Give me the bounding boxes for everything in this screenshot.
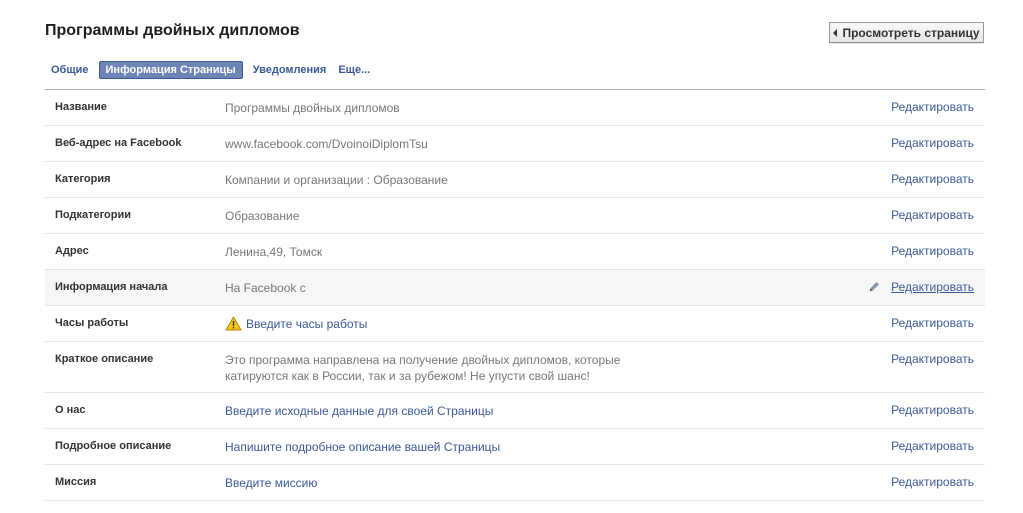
row-label: Веб-адрес на Facebook bbox=[55, 137, 182, 149]
view-page-button[interactable]: Просмотреть страницу bbox=[829, 22, 984, 43]
row-about: О нас Введите исходные данные для своей … bbox=[45, 393, 985, 429]
row-start-info: Информация начала На Facebook с Редактир… bbox=[45, 270, 985, 306]
row-value: Компании и организации : Образование bbox=[225, 173, 448, 187]
page-settings: Программы двойных дипломов Просмотреть с… bbox=[0, 0, 1023, 513]
enter-long-description-link[interactable]: Напишите подробное описание вашей Страни… bbox=[225, 439, 655, 455]
row-label: О нас bbox=[55, 404, 86, 416]
enter-hours-text: Введите часы работы bbox=[246, 317, 368, 331]
row-category: Категория Компании и организации : Образ… bbox=[45, 162, 985, 198]
tab-page-info[interactable]: Информация Страницы bbox=[98, 61, 243, 79]
edit-category-link[interactable]: Редактировать bbox=[891, 172, 974, 186]
row-hours: Часы работы Введите часы работы Редактир… bbox=[45, 306, 985, 342]
enter-mission-link[interactable]: Введите миссию bbox=[225, 475, 655, 491]
edit-hours-link[interactable]: Редактировать bbox=[891, 316, 974, 330]
row-label: Адрес bbox=[55, 245, 89, 257]
pencil-icon bbox=[869, 282, 879, 292]
page-title: Программы двойных дипломов bbox=[45, 22, 300, 39]
tab-bar: Общие Информация Страницы Уведомления Ещ… bbox=[45, 61, 376, 79]
row-value: Образование bbox=[225, 209, 300, 223]
row-label: Подробное описание bbox=[55, 440, 172, 452]
row-facebook-url: Веб-адрес на Facebook www.facebook.com/D… bbox=[45, 126, 985, 162]
edit-long-description-link[interactable]: Редактировать bbox=[891, 439, 974, 453]
row-address: Адрес Ленина,49, Томск Редактировать bbox=[45, 234, 985, 270]
row-label: Подкатегории bbox=[55, 209, 131, 221]
edit-about-link[interactable]: Редактировать bbox=[891, 403, 974, 417]
row-label: Миссия bbox=[55, 476, 97, 488]
tab-more[interactable]: Еще... bbox=[332, 61, 376, 79]
edit-name-link[interactable]: Редактировать bbox=[891, 100, 974, 114]
row-label: Название bbox=[55, 101, 107, 113]
row-value: На Facebook с bbox=[225, 281, 306, 295]
tab-general[interactable]: Общие bbox=[45, 61, 95, 79]
edit-subcategories-link[interactable]: Редактировать bbox=[891, 208, 974, 222]
row-label: Информация начала bbox=[55, 281, 168, 293]
row-label: Часы работы bbox=[55, 317, 129, 329]
arrow-left-icon bbox=[833, 28, 838, 37]
view-page-label: Просмотреть страницу bbox=[842, 25, 980, 40]
row-label: Категория bbox=[55, 173, 111, 185]
row-value: Программы двойных дипломов bbox=[225, 101, 400, 115]
edit-address-link[interactable]: Редактировать bbox=[891, 244, 974, 258]
tab-notifications[interactable]: Уведомления bbox=[247, 61, 333, 79]
row-mission: Миссия Введите миссию Редактировать bbox=[45, 465, 985, 501]
row-value: Это программа направлена на получение дв… bbox=[225, 353, 621, 383]
warning-icon bbox=[225, 316, 242, 331]
page-info-table: Название Программы двойных дипломов Реда… bbox=[45, 89, 985, 501]
row-value: www.facebook.com/DvoinoiDiplomTsu bbox=[225, 137, 428, 151]
edit-start-info-link[interactable]: Редактировать bbox=[891, 280, 974, 294]
row-name: Название Программы двойных дипломов Реда… bbox=[45, 90, 985, 126]
row-short-description: Краткое описание Это программа направлен… bbox=[45, 342, 985, 393]
enter-about-link[interactable]: Введите исходные данные для своей Страни… bbox=[225, 403, 655, 419]
row-subcategories: Подкатегории Образование Редактировать bbox=[45, 198, 985, 234]
row-label: Краткое описание bbox=[55, 353, 154, 365]
row-value: Ленина,49, Томск bbox=[225, 245, 323, 259]
edit-short-description-link[interactable]: Редактировать bbox=[891, 352, 974, 366]
edit-mission-link[interactable]: Редактировать bbox=[891, 475, 974, 489]
edit-url-link[interactable]: Редактировать bbox=[891, 136, 974, 150]
enter-hours-link[interactable]: Введите часы работы bbox=[225, 316, 655, 332]
row-long-description: Подробное описание Напишите подробное оп… bbox=[45, 429, 985, 465]
